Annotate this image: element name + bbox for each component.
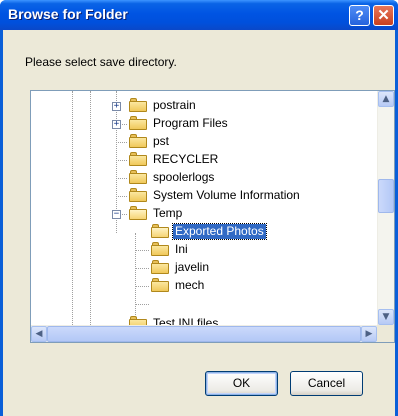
tree-guide-line bbox=[135, 233, 136, 325]
folder-icon bbox=[129, 116, 147, 130]
horizontal-scrollbar[interactable]: ◀ ▶ bbox=[31, 325, 378, 342]
tree-item-label: Temp bbox=[153, 206, 183, 220]
tree-guide-line bbox=[135, 250, 149, 251]
scroll-left-button[interactable]: ◀ bbox=[31, 326, 47, 342]
tree-guide-line bbox=[90, 91, 91, 325]
folder-tree[interactable]: + postrain + Program Files pst RECYCLER … bbox=[30, 90, 395, 343]
tree-guide-line bbox=[116, 178, 127, 179]
cancel-button[interactable]: Cancel bbox=[290, 371, 363, 396]
tree-guide-line bbox=[135, 268, 149, 269]
prompt-text: Please select save directory. bbox=[25, 55, 177, 69]
folder-icon bbox=[151, 260, 169, 274]
tree-item-label: javelin bbox=[175, 260, 210, 274]
window-title: Browse for Folder bbox=[8, 6, 128, 22]
expand-toggle[interactable]: + bbox=[112, 120, 121, 129]
tree-guide-line bbox=[116, 196, 127, 197]
scroll-right-button[interactable]: ▶ bbox=[361, 326, 377, 342]
tree-item-label: postrain bbox=[153, 98, 196, 112]
tree-guide-line bbox=[135, 304, 149, 305]
folder-icon bbox=[129, 134, 147, 148]
tree-item-label: Program Files bbox=[153, 116, 228, 130]
folder-icon bbox=[129, 188, 147, 202]
tree-item-label: spoolerlogs bbox=[153, 170, 215, 184]
tree-item-label: RECYCLER bbox=[153, 152, 219, 166]
tree-guide-line bbox=[135, 286, 149, 287]
vertical-scrollbar[interactable]: ▲ ▼ bbox=[377, 91, 394, 325]
folder-icon bbox=[129, 170, 147, 184]
close-button[interactable]: ✕ bbox=[373, 5, 394, 26]
open-folder-icon bbox=[151, 224, 169, 238]
folder-icon bbox=[129, 152, 147, 166]
folder-icon bbox=[129, 98, 147, 112]
vertical-scroll-thumb[interactable] bbox=[378, 179, 394, 213]
tree-item-label: Ini bbox=[175, 242, 188, 256]
tree-item-label: mech bbox=[175, 278, 205, 292]
folder-icon bbox=[151, 278, 169, 292]
expand-toggle[interactable]: + bbox=[112, 102, 121, 111]
tree-item-label: System Volume Information bbox=[153, 188, 300, 202]
tree-guide-line bbox=[116, 142, 127, 143]
tree-guide-line bbox=[72, 91, 73, 325]
collapse-toggle[interactable]: − bbox=[112, 210, 121, 219]
tree-item-label: pst bbox=[153, 134, 170, 148]
horizontal-scroll-thumb[interactable] bbox=[47, 326, 361, 342]
tree-item-label-selected: Exported Photos bbox=[172, 223, 267, 240]
folder-icon bbox=[151, 242, 169, 256]
scroll-down-button[interactable]: ▼ bbox=[378, 309, 394, 325]
scroll-up-button[interactable]: ▲ bbox=[378, 91, 394, 107]
tree-guide-line bbox=[116, 160, 127, 161]
ok-button[interactable]: OK bbox=[205, 371, 278, 396]
help-button[interactable]: ? bbox=[349, 5, 370, 26]
open-folder-icon bbox=[129, 206, 147, 220]
scrollbar-corner bbox=[377, 325, 394, 342]
title-bar[interactable]: Browse for Folder ? ✕ bbox=[0, 0, 398, 30]
